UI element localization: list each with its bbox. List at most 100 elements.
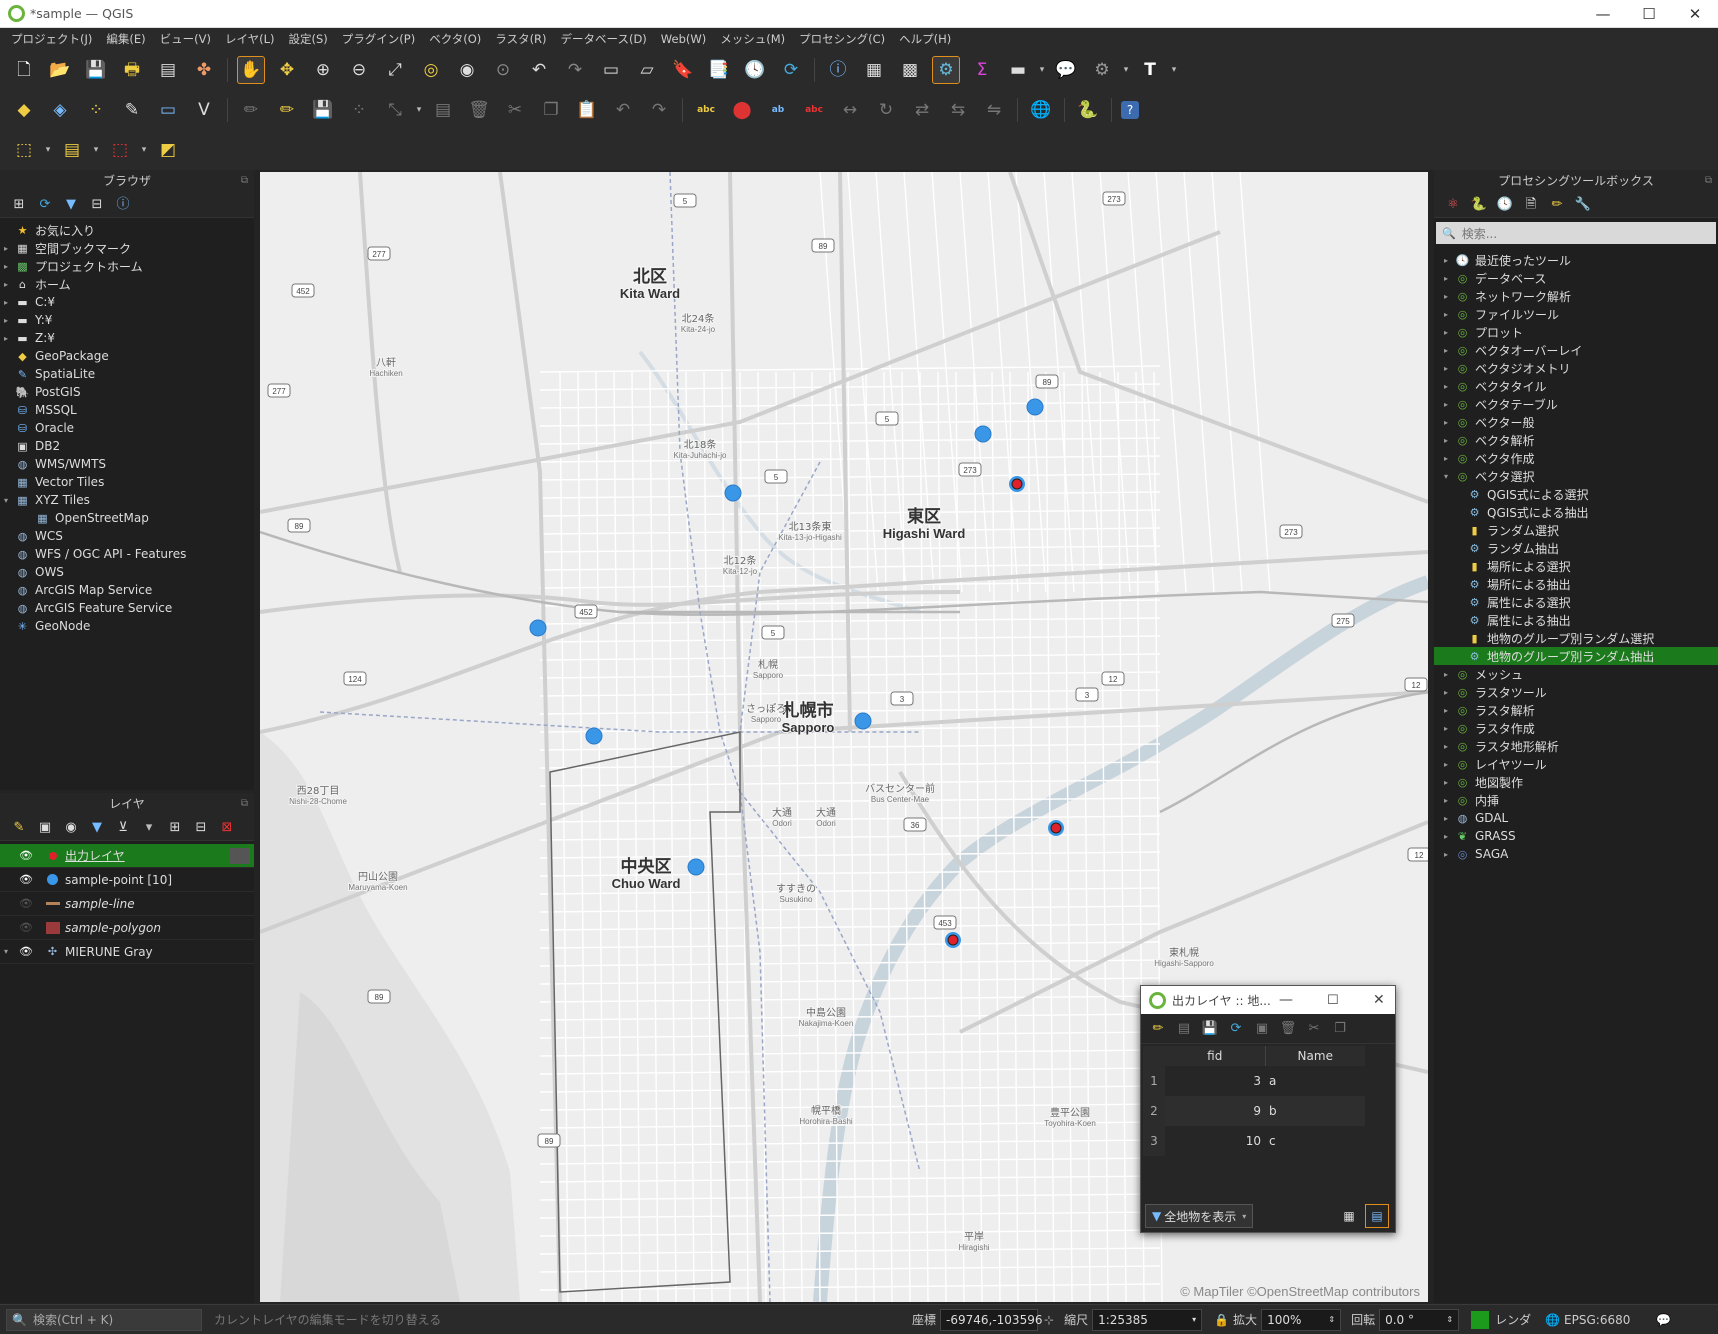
move-label-icon[interactable]: ↔ (836, 96, 864, 124)
chevron-down-icon[interactable]: ▾ (91, 136, 101, 164)
python-scripts-icon[interactable]: 🐍 (1469, 195, 1489, 215)
toolbox-item[interactable]: ⚙ 場所による抽出 (1434, 575, 1718, 593)
column-header-name[interactable]: Name (1265, 1046, 1365, 1066)
toolbox-item[interactable]: ▸ ◎ ラスタ解析 (1434, 701, 1718, 719)
quickmap-services-icon[interactable]: 🌐 (1027, 96, 1055, 124)
toolbox-item[interactable]: ▸ ◎ ラスタ地形解析 (1434, 737, 1718, 755)
browser-item[interactable]: ▦ Vector Tiles (0, 473, 254, 491)
eye-hidden-icon[interactable]: 👁 (15, 896, 37, 911)
toolbox-item[interactable]: ⚙ QGIS式による選択 (1434, 485, 1718, 503)
toolbox-item[interactable]: ▸ ◎ プロット (1434, 323, 1718, 341)
expand-arrow-icon[interactable]: ▸ (1440, 742, 1452, 751)
chevron-down-icon[interactable]: ▾ (139, 818, 159, 838)
browser-item[interactable]: ◍ WCS (0, 527, 254, 545)
processing-toolbox-icon[interactable]: ⚙ (932, 56, 960, 84)
delete-selected-icon[interactable]: 🗑 (465, 96, 493, 124)
add-feature-icon[interactable]: ⁘ (345, 96, 373, 124)
row-number[interactable]: 1 (1143, 1066, 1165, 1096)
zoom-next-icon[interactable]: ↷ (561, 56, 589, 84)
collapse-all-icon[interactable]: ⊟ (87, 195, 107, 215)
zoom-to-selection-icon[interactable]: ◎ (417, 56, 445, 84)
cell-name[interactable]: a (1265, 1066, 1365, 1096)
expand-arrow-icon[interactable]: ▸ (0, 262, 12, 271)
toolbox-item[interactable]: ⚙ 地物のグループ別ランダム抽出 (1434, 647, 1718, 665)
expand-arrow-icon[interactable]: ▸ (1440, 778, 1452, 787)
sample-point[interactable] (724, 484, 742, 502)
menu-web[interactable]: Web(W) (654, 32, 713, 46)
style-manager-icon[interactable]: ✤ (190, 56, 218, 84)
browser-item[interactable]: ◍ OWS (0, 563, 254, 581)
browser-item[interactable]: ⛁ Oracle (0, 419, 254, 437)
browser-item[interactable]: ▸ ▩ プロジェクトホーム (0, 257, 254, 275)
lock-icon[interactable]: 🔒 (1214, 1313, 1229, 1327)
zoom-to-layer-icon[interactable]: ◉ (453, 56, 481, 84)
delete-feature-icon[interactable]: 🗑 (1278, 1019, 1298, 1039)
minimize-button[interactable]: — (1279, 992, 1293, 1008)
layer-item[interactable]: 👁 出力レイヤ (0, 844, 254, 868)
close-button[interactable]: ✕ (1373, 992, 1385, 1008)
zoom-in-icon[interactable]: ⊕ (309, 56, 337, 84)
redo-icon[interactable]: ↷ (645, 96, 673, 124)
toolbox-search[interactable]: 🔍 検索... (1436, 222, 1716, 244)
expand-all-icon[interactable]: ⊞ (165, 818, 185, 838)
refresh-icon[interactable]: ⟳ (777, 56, 805, 84)
collapse-all-icon[interactable]: ⊟ (191, 818, 211, 838)
chevron-down-icon[interactable]: ▾ (139, 136, 149, 164)
render-checkbox[interactable] (1471, 1310, 1490, 1329)
toolbox-item[interactable]: ▮ 場所による選択 (1434, 557, 1718, 575)
magnifier-spinbox[interactable]: 100% ⇕ (1261, 1308, 1342, 1331)
attribute-table-icon[interactable]: ▦ (860, 56, 888, 84)
add-group-icon[interactable]: ▣ (35, 818, 55, 838)
expand-arrow-icon[interactable]: ▸ (1440, 670, 1452, 679)
save-edits-icon[interactable]: 💾 (1200, 1019, 1220, 1039)
expand-arrow-icon[interactable]: ▸ (1440, 814, 1452, 823)
remove-layer-icon[interactable]: ⊠ (217, 818, 237, 838)
browser-item[interactable]: ★ お気に入り (0, 221, 254, 239)
locator-search[interactable]: 🔍 検索(Ctrl + K) (6, 1308, 202, 1331)
copy-icon[interactable]: ❐ (1330, 1019, 1350, 1039)
expand-arrow-icon[interactable]: ▸ (1440, 328, 1452, 337)
expand-arrow-icon[interactable]: ▸ (1440, 454, 1452, 463)
pan-icon[interactable]: ✋ (237, 56, 265, 84)
sample-point[interactable] (529, 619, 547, 637)
panel-float-icon[interactable]: ⧉ (1705, 170, 1712, 192)
undo-icon[interactable]: ↶ (609, 96, 637, 124)
browser-item[interactable]: ▸ ▦ 空間ブックマーク (0, 239, 254, 257)
browser-item[interactable]: ✳ GeoNode (0, 617, 254, 635)
menu-edit[interactable]: 編集(E) (99, 31, 152, 47)
show-all-features-button[interactable]: ▼ 全地物を表示 ▾ (1145, 1204, 1254, 1228)
expand-arrow-icon[interactable]: ▸ (0, 244, 12, 253)
expand-arrow-icon[interactable]: ▸ (1440, 850, 1452, 859)
python-console-icon[interactable]: 🐍 (1074, 96, 1102, 124)
layer-item[interactable]: 👁 sample-line (0, 892, 254, 916)
eye-icon[interactable]: 👁 (15, 848, 37, 863)
pin-labels-icon[interactable]: ⬤ (728, 96, 756, 124)
browser-item[interactable]: ⛁ MSSQL (0, 401, 254, 419)
eye-icon[interactable]: 👁 (15, 872, 37, 887)
results-viewer-icon[interactable]: 🗎 (1521, 195, 1541, 215)
output-point[interactable] (1050, 822, 1062, 834)
paste-features-icon[interactable]: 📋 (573, 96, 601, 124)
digitize-icon[interactable]: ✎ (118, 96, 146, 124)
rotate-label-icon[interactable]: ↻ (872, 96, 900, 124)
browser-item[interactable]: ◍ ArcGIS Map Service (0, 581, 254, 599)
expand-arrow-icon[interactable]: ▸ (1440, 706, 1452, 715)
pan-to-selection-icon[interactable]: ✥ (273, 56, 301, 84)
toolbox-item[interactable]: ▸ 🕓 最近使ったツール (1434, 251, 1718, 269)
maximize-button[interactable]: ☐ (1626, 0, 1672, 28)
save-edits-icon[interactable]: 💾 (309, 96, 337, 124)
chevron-down-icon[interactable]: ▾ (43, 136, 53, 164)
field-calculator-icon[interactable]: ▩ (896, 56, 924, 84)
expand-arrow-icon[interactable]: ▸ (1440, 760, 1452, 769)
browser-item[interactable]: ◍ WFS / OGC API - Features (0, 545, 254, 563)
expand-arrow-icon[interactable]: ▸ (0, 280, 12, 289)
menu-settings[interactable]: 設定(S) (282, 31, 335, 47)
new-project-icon[interactable]: 🗋 (10, 56, 38, 84)
toolbox-item[interactable]: ▸ ◎ 内挿 (1434, 791, 1718, 809)
filter-legend-icon[interactable]: ▼ (87, 818, 107, 838)
expand-arrow-icon[interactable]: ▸ (1440, 724, 1452, 733)
toolbox-item[interactable]: ⚙ ランダム抽出 (1434, 539, 1718, 557)
label-tool-icon[interactable]: ⇋ (980, 96, 1008, 124)
cell-fid[interactable]: 10 (1165, 1126, 1265, 1156)
eye-hidden-icon[interactable]: 👁 (15, 920, 37, 935)
